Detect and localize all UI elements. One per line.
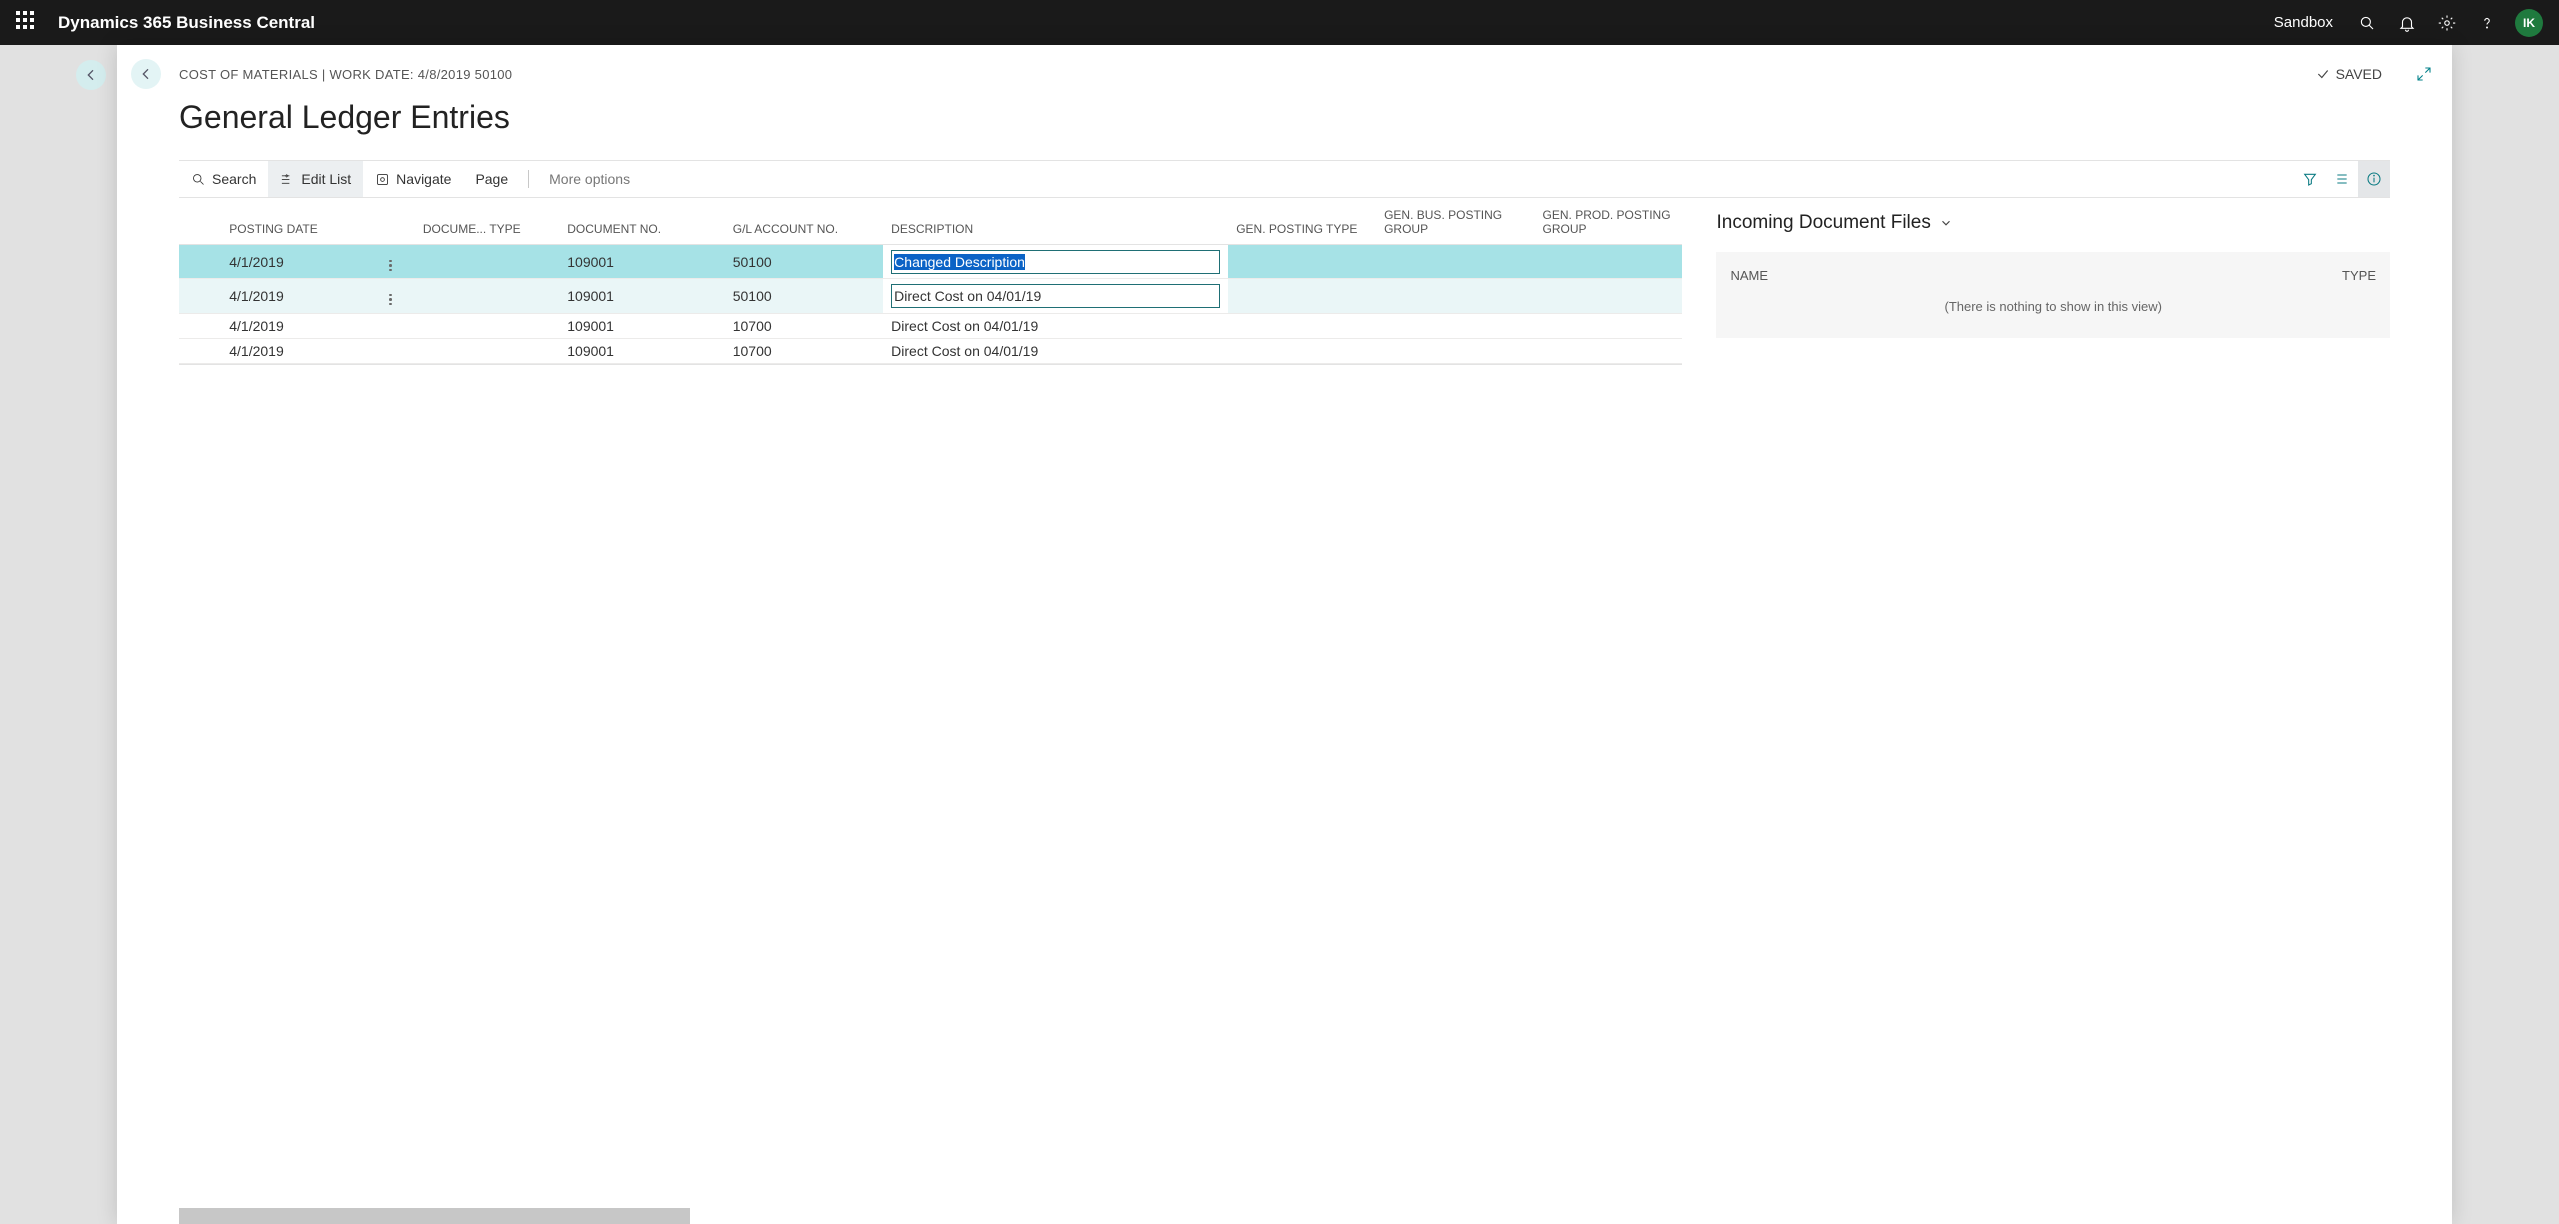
saved-indicator: SAVED	[2316, 66, 2382, 82]
factbox-col-type[interactable]: TYPE	[2342, 268, 2376, 283]
cell-gen-posting-type[interactable]	[1228, 279, 1376, 313]
cell-gl-account-no[interactable]: 10700	[725, 313, 883, 338]
cell-gen-prod-posting-group[interactable]	[1535, 279, 1683, 313]
action-divider	[528, 170, 529, 188]
navigate-icon	[375, 172, 390, 187]
cell-gen-prod-posting-group[interactable]	[1535, 245, 1683, 279]
cell-gen-prod-posting-group[interactable]	[1535, 338, 1683, 363]
cell-document-no[interactable]: 109001	[559, 279, 724, 313]
cell-posting-date[interactable]: 4/1/2019	[221, 279, 365, 313]
cell-gen-bus-posting-group[interactable]	[1376, 279, 1534, 313]
top-app-bar: Dynamics 365 Business Central Sandbox IK	[0, 0, 2559, 45]
cell-gl-account-no[interactable]: 10700	[725, 338, 883, 363]
cell-description[interactable]: Direct Cost on 04/01/19	[883, 338, 1228, 363]
back-button[interactable]	[131, 59, 161, 89]
parent-back-button[interactable]	[76, 60, 106, 90]
cell-gl-account-no[interactable]: 50100	[725, 279, 883, 313]
factbox-title[interactable]: Incoming Document Files	[1716, 212, 2390, 234]
list-view-icon[interactable]	[2326, 161, 2358, 197]
table-row[interactable]: 4/1/2019 10900150100Direct Cost on 04/01/…	[179, 279, 1682, 313]
cell-document-no[interactable]: 109001	[559, 338, 724, 363]
col-gen-posting-type[interactable]: GEN. POSTING TYPE	[1228, 198, 1376, 245]
cell-gen-prod-posting-group[interactable]	[1535, 313, 1683, 338]
cell-gen-posting-type[interactable]	[1228, 338, 1376, 363]
col-gen-prod-posting-group[interactable]: GEN. PROD. POSTING GROUP	[1535, 198, 1683, 245]
cell-gen-bus-posting-group[interactable]	[1376, 338, 1534, 363]
row-menu-placeholder	[366, 338, 415, 363]
edit-list-icon	[280, 172, 295, 187]
action-bar: Search Edit List Navigate Page More opti…	[179, 160, 2390, 198]
cell-posting-date[interactable]: 4/1/2019	[221, 313, 365, 338]
row-select-cell[interactable]	[179, 338, 221, 363]
info-pane-icon[interactable]	[2358, 161, 2390, 197]
table-row[interactable]: 4/1/2019 10900110700Direct Cost on 04/01/…	[179, 338, 1682, 363]
cell-document-no[interactable]: 109001	[559, 313, 724, 338]
search-action[interactable]: Search	[179, 161, 268, 197]
factbox-empty-message: (There is nothing to show in this view)	[1716, 299, 2390, 338]
row-menu-placeholder	[366, 313, 415, 338]
ledger-entries-table: POSTING DATE DOCUME... TYPE DOCUMENT NO.…	[179, 198, 1682, 364]
row-select-cell[interactable]	[179, 245, 221, 279]
table-row[interactable]: 4/1/2019 10900150100Changed Description	[179, 245, 1682, 279]
cell-posting-date[interactable]: 4/1/2019	[221, 338, 365, 363]
cell-description[interactable]: Changed Description	[883, 245, 1228, 279]
breadcrumb: COST OF MATERIALS | WORK DATE: 4/8/2019 …	[179, 67, 512, 82]
chevron-down-icon	[1939, 216, 1953, 230]
horizontal-scrollbar[interactable]	[179, 1208, 690, 1224]
notifications-icon[interactable]	[2387, 0, 2427, 45]
settings-icon[interactable]	[2427, 0, 2467, 45]
cell-description[interactable]: Direct Cost on 04/01/19	[883, 279, 1228, 313]
cell-gl-account-no[interactable]: 50100	[725, 245, 883, 279]
cell-gen-posting-type[interactable]	[1228, 245, 1376, 279]
cell-document-type[interactable]	[415, 245, 559, 279]
search-icon[interactable]	[2347, 0, 2387, 45]
col-posting-date[interactable]: POSTING DATE	[221, 198, 365, 245]
collapse-factbox-icon[interactable]	[2410, 60, 2438, 88]
col-gen-bus-posting-group[interactable]: GEN. BUS. POSTING GROUP	[1376, 198, 1534, 245]
row-menu-button[interactable]	[366, 279, 415, 313]
col-description[interactable]: DESCRIPTION	[883, 198, 1228, 245]
edit-list-action[interactable]: Edit List	[268, 161, 363, 197]
cell-document-type[interactable]	[415, 279, 559, 313]
cell-posting-date[interactable]: 4/1/2019	[221, 245, 365, 279]
cell-document-type[interactable]	[415, 313, 559, 338]
row-menu-button[interactable]	[366, 245, 415, 279]
col-document-no[interactable]: DOCUMENT NO.	[559, 198, 724, 245]
cell-document-type[interactable]	[415, 338, 559, 363]
environment-badge: Sandbox	[2274, 14, 2333, 31]
row-select-cell[interactable]	[179, 313, 221, 338]
cell-gen-bus-posting-group[interactable]	[1376, 245, 1534, 279]
checkmark-icon	[2316, 67, 2330, 81]
factbox-card: NAME TYPE (There is nothing to show in t…	[1716, 252, 2390, 338]
brand-title: Dynamics 365 Business Central	[58, 13, 315, 33]
navigate-action[interactable]: Navigate	[363, 161, 463, 197]
cell-document-no[interactable]: 109001	[559, 245, 724, 279]
page-card: COST OF MATERIALS | WORK DATE: 4/8/2019 …	[117, 45, 2452, 1224]
cell-gen-bus-posting-group[interactable]	[1376, 313, 1534, 338]
factbox-col-name[interactable]: NAME	[1730, 268, 2342, 283]
col-document-type[interactable]: DOCUME... TYPE	[415, 198, 559, 245]
help-icon[interactable]	[2467, 0, 2507, 45]
page-title: General Ledger Entries	[179, 99, 2390, 136]
cell-description[interactable]: Direct Cost on 04/01/19	[883, 313, 1228, 338]
col-gl-account-no[interactable]: G/L ACCOUNT NO.	[725, 198, 883, 245]
user-avatar[interactable]: IK	[2515, 9, 2543, 37]
app-launcher-icon[interactable]	[16, 11, 40, 35]
search-icon	[191, 172, 206, 187]
cell-gen-posting-type[interactable]	[1228, 313, 1376, 338]
more-options-action[interactable]: More options	[537, 161, 642, 197]
col-select[interactable]	[179, 198, 221, 245]
table-row[interactable]: 4/1/2019 10900110700Direct Cost on 04/01/…	[179, 313, 1682, 338]
filter-icon[interactable]	[2294, 161, 2326, 197]
row-select-cell[interactable]	[179, 279, 221, 313]
page-action[interactable]: Page	[463, 161, 520, 197]
